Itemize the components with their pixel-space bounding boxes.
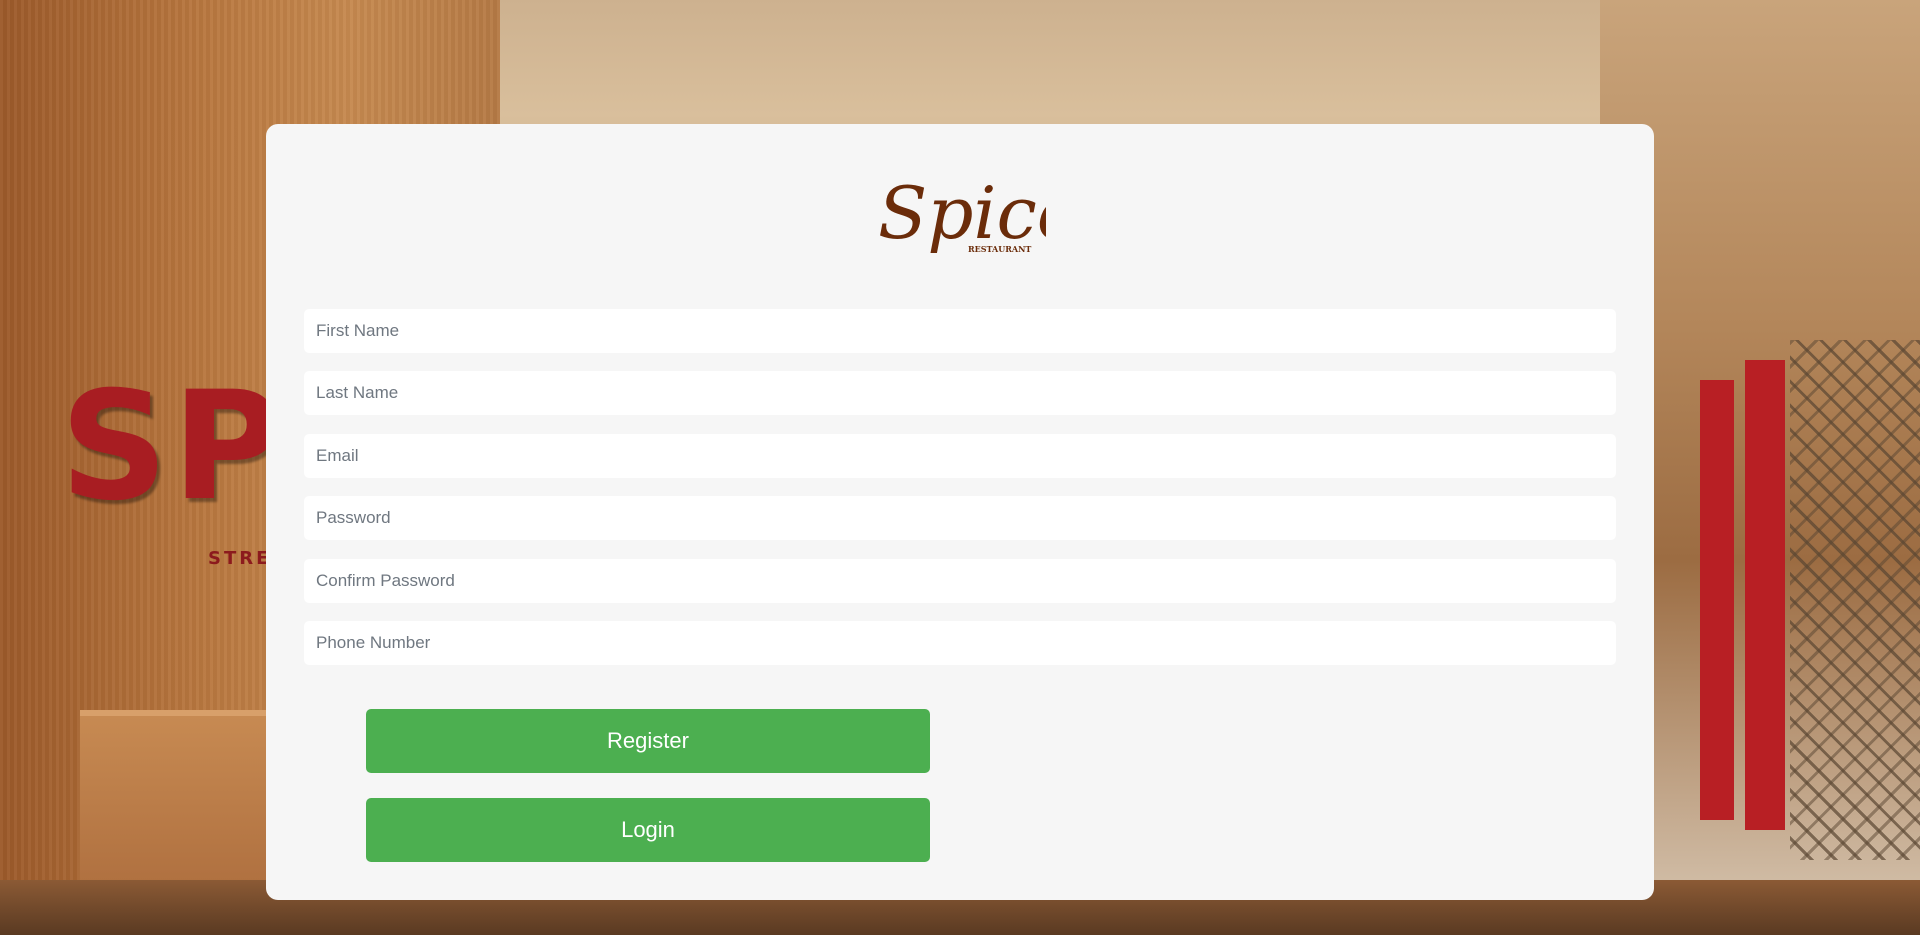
logo-text: Spice (878, 171, 1046, 255)
phone-number-input[interactable] (304, 621, 1616, 665)
lattice-screen (1790, 340, 1920, 860)
spice-restaurant-logo: Spice RESTAURANT (878, 171, 1046, 255)
last-name-input[interactable] (304, 371, 1616, 415)
red-pillar (1745, 360, 1785, 830)
restaurant-wall-sign-sub: STRE (208, 548, 272, 569)
logo-subtext: RESTAURANT (968, 244, 1031, 254)
login-button[interactable]: Login (366, 798, 930, 862)
email-input[interactable] (304, 434, 1616, 478)
confirm-password-input[interactable] (304, 559, 1616, 603)
register-card: Spice RESTAURANT Register Login (266, 124, 1654, 900)
red-pillar (1700, 380, 1734, 820)
password-input[interactable] (304, 496, 1616, 540)
first-name-input[interactable] (304, 309, 1616, 353)
register-button[interactable]: Register (366, 709, 930, 773)
